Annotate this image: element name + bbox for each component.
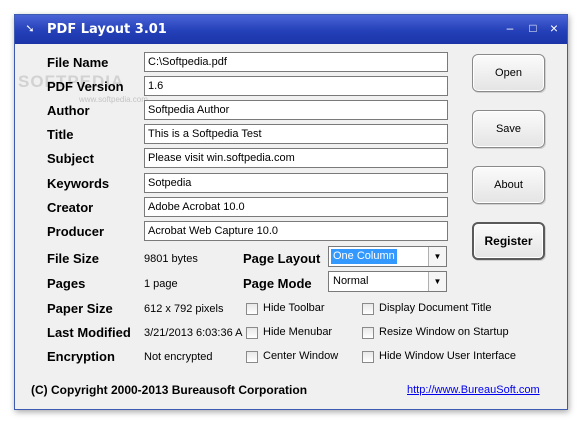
subject-label: Subject — [47, 151, 94, 166]
resize-window-on-startup-checkbox[interactable] — [362, 327, 374, 339]
down-arrow-icon[interactable]: ➘ — [23, 22, 37, 36]
encryption-label: Encryption — [47, 349, 115, 364]
last-modified-label: Last Modified — [47, 325, 131, 340]
hide-menubar-checkbox[interactable] — [246, 327, 258, 339]
app-window: ➘ PDF Layout 3.01 – □ × SOFTPEDIA www.so… — [14, 14, 568, 410]
author-label: Author — [47, 103, 90, 118]
page-mode-select[interactable]: Normal ▼ — [328, 271, 447, 292]
keywords-field[interactable]: Sotpedia — [144, 173, 448, 193]
website-link[interactable]: http://www.BureauSoft.com — [407, 384, 540, 396]
hide-toolbar-checkbox[interactable] — [246, 303, 258, 315]
minimize-button[interactable]: – — [503, 21, 517, 35]
save-button[interactable]: Save — [472, 110, 545, 148]
producer-label: Producer — [47, 224, 105, 239]
pdf-version-label: PDF Version — [47, 79, 124, 94]
center-window-checkbox[interactable] — [246, 351, 258, 363]
center-window-label[interactable]: Center Window — [263, 350, 338, 362]
hide-window-user-interface-label[interactable]: Hide Window User Interface — [379, 350, 516, 362]
keywords-label: Keywords — [47, 176, 110, 191]
maximize-button[interactable]: □ — [526, 21, 540, 35]
file-name-field[interactable]: C:\Softpedia.pdf — [144, 52, 448, 72]
resize-window-on-startup-label[interactable]: Resize Window on Startup — [379, 326, 509, 338]
creator-label: Creator — [47, 200, 94, 215]
chevron-down-icon[interactable]: ▼ — [428, 272, 446, 291]
file-size-label: File Size — [47, 251, 100, 266]
pages-label: Pages — [47, 276, 86, 291]
about-button[interactable]: About — [472, 166, 545, 204]
display-document-title-label[interactable]: Display Document Title — [379, 302, 492, 314]
paper-size-label: Paper Size — [47, 301, 113, 316]
hide-menubar-label[interactable]: Hide Menubar — [263, 326, 332, 338]
title-field[interactable]: This is a Softpedia Test — [144, 124, 448, 144]
page-layout-selected: One Column — [331, 249, 397, 264]
hide-toolbar-label[interactable]: Hide Toolbar — [263, 302, 325, 314]
file-size-value: 9801 bytes — [144, 253, 198, 265]
pages-value: 1 page — [144, 278, 178, 290]
subject-field[interactable]: Please visit win.softpedia.com — [144, 148, 448, 168]
close-button[interactable]: × — [547, 21, 561, 35]
pdf-version-field[interactable]: 1.6 — [144, 76, 448, 96]
page-mode-label: Page Mode — [243, 276, 312, 291]
paper-size-value: 612 x 792 pixels — [144, 303, 224, 315]
page-layout-select[interactable]: One Column ▼ — [328, 246, 447, 267]
author-field[interactable]: Softpedia Author — [144, 100, 448, 120]
encryption-value: Not encrypted — [144, 351, 213, 363]
last-modified-value: 3/21/2013 6:03:36 A — [144, 327, 243, 339]
creator-field[interactable]: Adobe Acrobat 10.0 — [144, 197, 448, 217]
page-mode-selected: Normal — [333, 275, 369, 287]
file-name-label: File Name — [47, 55, 109, 70]
window-title: PDF Layout 3.01 — [47, 22, 167, 37]
title-bar[interactable]: ➘ PDF Layout 3.01 – □ × — [15, 15, 567, 44]
copyright-text: (C) Copyright 2000-2013 Bureausoft Corpo… — [31, 383, 308, 397]
register-button[interactable]: Register — [472, 222, 545, 260]
producer-field[interactable]: Acrobat Web Capture 10.0 — [144, 221, 448, 241]
page-layout-label: Page Layout — [243, 251, 321, 266]
display-document-title-checkbox[interactable] — [362, 303, 374, 315]
chevron-down-icon[interactable]: ▼ — [428, 247, 446, 266]
hide-window-user-interface-checkbox[interactable] — [362, 351, 374, 363]
title-label: Title — [47, 127, 74, 142]
open-button[interactable]: Open — [472, 54, 545, 92]
